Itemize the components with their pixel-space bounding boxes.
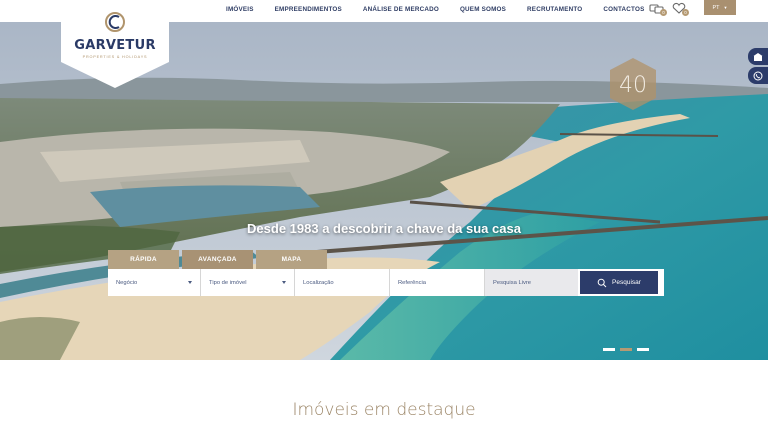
caret-down-icon	[188, 281, 192, 284]
search-button-label: Pesquisar	[612, 279, 641, 286]
pesquisa-livre-placeholder: Pesquisa Livre	[493, 279, 532, 286]
slider-dot[interactable]	[637, 348, 649, 351]
localizacao-input[interactable]: Localização	[295, 269, 390, 296]
tipo-imovel-select[interactable]: Tipo de imóvel	[201, 269, 295, 296]
caret-down-icon	[282, 281, 286, 284]
search-button[interactable]: Pesquisar	[580, 271, 658, 294]
site-logo[interactable]: GARVETUR PROPERTIES & HOLIDAYS	[61, 0, 169, 88]
logo-name: GARVETUR	[74, 38, 156, 53]
featured-properties-title: Imóveis em destaque	[292, 400, 476, 420]
phone-icon	[753, 71, 763, 80]
referencia-placeholder: Referência	[398, 279, 427, 286]
emblem-text: 40	[619, 73, 647, 98]
hero-tagline: Desde 1983 a descobrir a chave da sua ca…	[247, 221, 521, 236]
referencia-input[interactable]: Referência	[390, 269, 485, 296]
logo-tagline: PROPERTIES & HOLIDAYS	[82, 55, 148, 59]
localizacao-placeholder: Localização	[303, 279, 334, 286]
nav-recrutamento[interactable]: RECRUTAMENTO	[527, 6, 582, 13]
negocio-label: Negócio	[116, 279, 138, 286]
chevron-down-icon: ▼	[723, 5, 728, 10]
search-icon	[597, 278, 607, 287]
compare-count-badge: 0	[660, 9, 667, 16]
tipo-imovel-label: Tipo de imóvel	[209, 279, 247, 286]
slider-dot[interactable]	[603, 348, 615, 351]
pesquisa-livre-input[interactable]: Pesquisa Livre	[485, 269, 578, 296]
nav-empreendimentos[interactable]: EMPREENDIMENTOS	[275, 6, 342, 13]
slider-dots	[603, 348, 649, 351]
property-search-bar: Negócio Tipo de imóvel Localização Refer…	[108, 269, 664, 296]
compare-icon[interactable]: 0	[649, 2, 667, 16]
language-selector[interactable]: PT ▼	[704, 0, 736, 15]
language-label: PT	[712, 4, 720, 11]
nav-contactos[interactable]: CONTACTOS	[603, 6, 644, 13]
negocio-select[interactable]: Negócio	[108, 269, 201, 296]
favorites-heart-icon[interactable]: 0	[671, 2, 689, 16]
tab-avancada[interactable]: AVANÇADA	[182, 250, 253, 269]
nav-analise-mercado[interactable]: ANÁLISE DE MERCADO	[363, 6, 439, 13]
nav-imoveis[interactable]: IMÓVEIS	[226, 6, 254, 13]
slider-dot-active[interactable]	[620, 348, 632, 351]
tab-mapa[interactable]: MAPA	[256, 250, 327, 269]
building-contact-button[interactable]	[748, 48, 768, 65]
anniversary-40-emblem: 40	[606, 56, 660, 112]
main-nav: IMÓVEIS EMPREENDIMENTOS ANÁLISE DE MERCA…	[218, 0, 666, 18]
tab-rapida[interactable]: RÁPIDA	[108, 250, 179, 269]
search-tabs: RÁPIDA AVANÇADA MAPA	[108, 250, 327, 269]
building-icon	[753, 52, 763, 61]
nav-quem-somos[interactable]: QUEM SOMOS	[460, 6, 506, 13]
phone-contact-button[interactable]	[748, 67, 768, 84]
favorites-count-badge: 0	[682, 9, 689, 16]
